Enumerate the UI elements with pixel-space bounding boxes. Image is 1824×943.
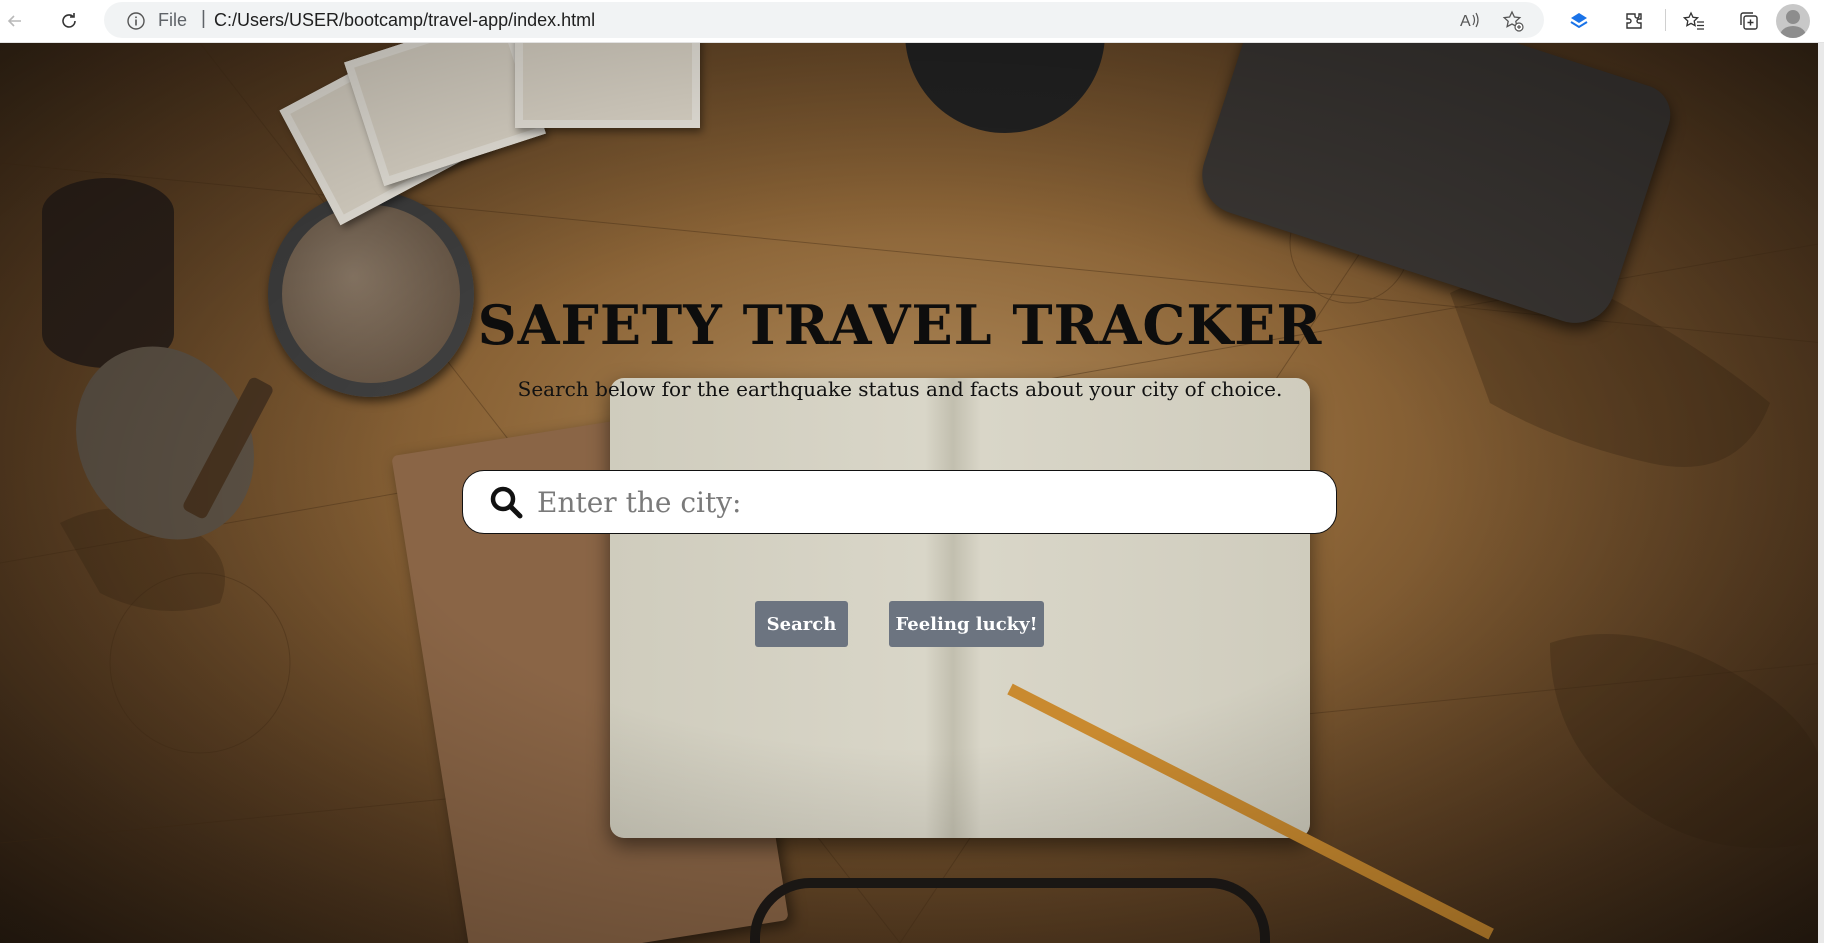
back-arrow-icon[interactable] [0, 6, 30, 36]
url-separator: | [201, 8, 206, 29]
feeling-lucky-button[interactable]: Feeling lucky! [889, 601, 1044, 647]
bookmark-extension-icon[interactable] [1564, 6, 1594, 36]
collections-icon[interactable] [1734, 6, 1764, 36]
page-subtitle: Search below for the earthquake status a… [517, 377, 1283, 401]
url-text[interactable]: C:/Users/USER/bootcamp/travel-app/index.… [214, 10, 595, 31]
url-scheme-label: File [158, 10, 188, 30]
info-icon[interactable] [126, 11, 146, 35]
browser-toolbar: File | C:/Users/USER/bootcamp/travel-app… [0, 0, 1824, 43]
extensions-icon[interactable] [1619, 6, 1649, 36]
address-bar[interactable]: File | C:/Users/USER/bootcamp/travel-app… [104, 2, 1544, 38]
page-scrollbar[interactable] [1818, 43, 1824, 943]
profile-avatar[interactable] [1776, 4, 1810, 38]
page-title: SAFETY TRAVEL TRACKER [477, 293, 1323, 357]
favorites-icon[interactable] [1679, 6, 1709, 36]
search-icon[interactable] [489, 485, 523, 523]
favorite-add-icon[interactable] [1502, 10, 1524, 36]
svg-text:A: A [1460, 13, 1471, 30]
hero-section: SAFETY TRAVEL TRACKER Search below for t… [0, 43, 1824, 943]
city-search-input[interactable] [537, 479, 1297, 525]
refresh-icon[interactable] [54, 6, 84, 36]
search-box[interactable] [462, 470, 1337, 534]
toolbar-divider [1665, 9, 1666, 31]
search-button[interactable]: Search [755, 601, 848, 647]
read-aloud-icon[interactable]: A [1459, 10, 1481, 34]
